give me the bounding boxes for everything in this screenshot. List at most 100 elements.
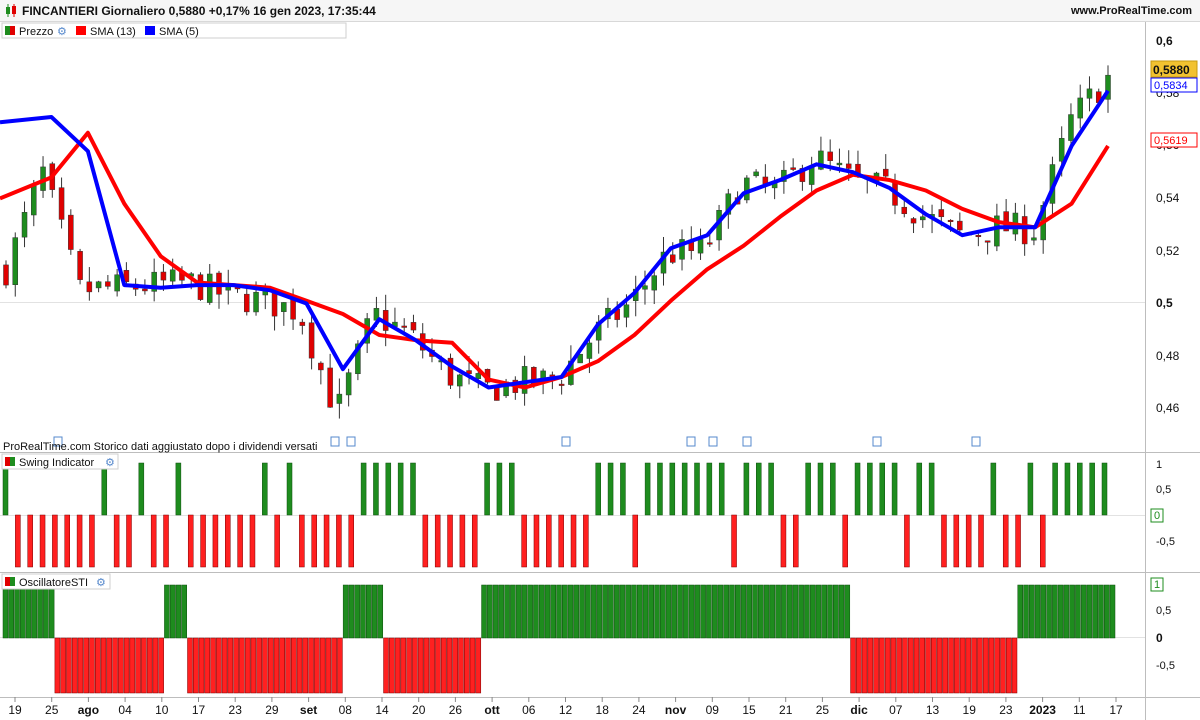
chart-canvas[interactable]: ProRealTime.com Storico dati aggiustato … xyxy=(0,0,1200,720)
sti-swatch-icon xyxy=(5,577,10,586)
swing-bar-up xyxy=(410,462,416,516)
wrench-icon[interactable]: ⚙ xyxy=(105,457,115,469)
sti-bar-up xyxy=(671,584,678,639)
candle-body xyxy=(457,374,463,387)
sti-bar-down xyxy=(239,637,245,694)
swing-bar-down xyxy=(89,514,95,568)
sti-bar-down xyxy=(469,637,476,694)
sti-bar-down xyxy=(273,637,280,694)
candle-body xyxy=(753,171,759,177)
sti-bar-down xyxy=(873,637,879,694)
sti-bar-down xyxy=(884,637,891,694)
sti-bar-up xyxy=(1017,584,1023,639)
sti-bar-up xyxy=(169,584,176,639)
sti-bar-up xyxy=(694,584,701,639)
sti-bar-down xyxy=(994,637,1000,694)
x-tick-label: 07 xyxy=(889,703,903,717)
legend-prezzo: Prezzo xyxy=(19,26,53,38)
x-tick-label: ago xyxy=(78,703,99,717)
sti-bar-down xyxy=(971,637,977,694)
x-tick-label: 15 xyxy=(742,703,756,717)
sti-bar-down xyxy=(325,637,332,694)
swing-bar-up xyxy=(657,462,663,516)
sti-bar-up xyxy=(602,584,608,639)
swing-bar-down xyxy=(447,514,453,568)
sti-bar-down xyxy=(193,637,199,694)
swing-bar-up xyxy=(1052,462,1058,516)
candle-body xyxy=(586,342,593,359)
swing-bar-up xyxy=(175,462,182,516)
candle-body xyxy=(336,393,343,404)
price-legend[interactable]: Prezzo ⚙ SMA (13) SMA (5) xyxy=(1,22,347,39)
swing-bar-up xyxy=(1089,462,1095,516)
sti-bar-up xyxy=(608,584,614,639)
prezzo-swatch-icon xyxy=(5,26,10,35)
candle-body xyxy=(957,220,963,231)
swing-legend[interactable]: Swing Indicator ⚙ xyxy=(1,453,119,470)
candle-body xyxy=(105,281,111,287)
x-tick-label: 13 xyxy=(926,703,940,717)
wrench-icon[interactable]: ⚙ xyxy=(96,577,106,589)
candle-body xyxy=(253,291,259,313)
sti-bar-down xyxy=(95,637,101,694)
candle-body xyxy=(142,288,148,292)
swing-bar-down xyxy=(459,514,466,568)
y-tick: 0,5 xyxy=(1156,605,1171,617)
sti-bar-up xyxy=(1092,584,1098,639)
swing-bar-down xyxy=(274,514,280,568)
swing-bar-down xyxy=(941,514,947,568)
sti-bar-up xyxy=(544,584,551,639)
sti-bar-down xyxy=(279,637,285,694)
sti-bar-up xyxy=(815,584,822,639)
sti-bar-down xyxy=(291,637,297,694)
legend-sti: OscillatoreSTI xyxy=(19,577,88,589)
sma-13-line xyxy=(0,130,1110,390)
sti-bar-down xyxy=(850,637,856,694)
sti-bar-up xyxy=(804,584,810,639)
x-tick-label: dic xyxy=(850,703,868,717)
sti-bar-down xyxy=(948,637,954,694)
swing-bar-up xyxy=(138,462,145,516)
swing-bar-up xyxy=(496,462,503,516)
sti-bar-down xyxy=(106,637,113,694)
sti-bar-up xyxy=(677,584,683,639)
sti-bar-down xyxy=(158,637,164,694)
sti-bar-down xyxy=(100,637,107,694)
swing-bar-down xyxy=(1040,514,1046,568)
sti-bar-up xyxy=(585,584,591,639)
sti-bar-up xyxy=(1075,584,1081,639)
swing-bar-down xyxy=(52,514,58,568)
candle-body xyxy=(77,251,83,280)
sti-bar-up xyxy=(798,584,804,639)
sti-bar-up xyxy=(642,584,649,639)
x-tick-label: 2023 xyxy=(1029,703,1056,717)
sti-bar-up xyxy=(354,584,360,639)
swing-bar-up xyxy=(2,462,9,516)
y-tick: 0,6 xyxy=(1156,34,1173,48)
x-tick-label: 18 xyxy=(596,703,610,717)
sti-bar-down xyxy=(383,637,389,694)
sti-bar-up xyxy=(786,584,793,639)
sti-bar-down xyxy=(936,637,943,694)
sti-bar-down xyxy=(256,637,262,694)
swing-bar-up xyxy=(669,462,676,516)
sti-legend[interactable]: OscillatoreSTI ⚙ xyxy=(1,573,111,590)
sma5-swatch-icon xyxy=(145,26,155,35)
swing-bar-down xyxy=(76,514,83,568)
swing-bar-down xyxy=(187,514,194,568)
sti-bar-down xyxy=(942,637,949,694)
candle-body xyxy=(86,281,93,293)
sti-bar-up xyxy=(613,584,620,639)
sti-y-axis: 1 0,5 0 -0,5 xyxy=(1150,577,1175,672)
sti-bar-down xyxy=(452,637,458,694)
x-tick-label: 23 xyxy=(999,703,1013,717)
sti-bar-up xyxy=(660,584,666,639)
sti-bar-down xyxy=(89,637,95,694)
sti-bar-up xyxy=(1057,584,1064,639)
sti-bar-up xyxy=(740,584,747,639)
sti-bar-down xyxy=(458,637,464,694)
swing-bar-down xyxy=(237,514,243,568)
swing-bar-up xyxy=(681,462,688,516)
wrench-icon[interactable]: ⚙ xyxy=(57,26,67,38)
sti-bar-up xyxy=(48,584,55,639)
